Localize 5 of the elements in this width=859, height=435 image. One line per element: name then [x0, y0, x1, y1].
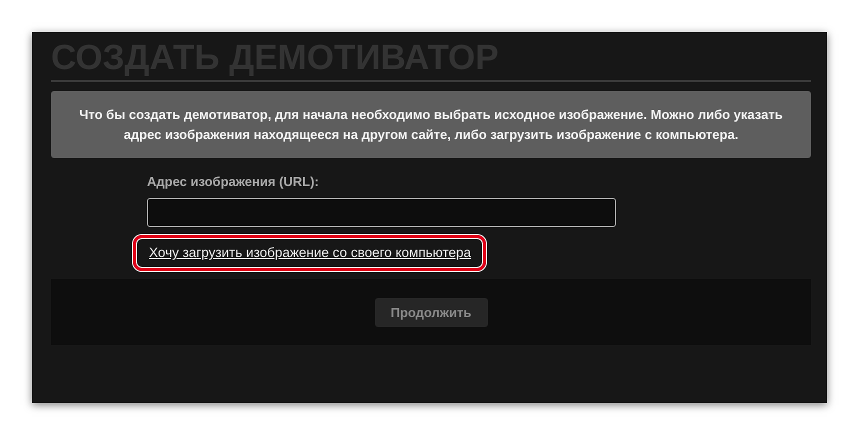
- url-input-field[interactable]: [147, 198, 616, 227]
- info-message: Что бы создать демотиватор, для начала необходимо выбрать исходное изображение. Можно либо указать адрес изображения находящееся на другом сайте, либо загрузить изображение с компьютера.: [51, 91, 811, 158]
- upload-link[interactable]: Хочу загрузить изображение со своего компьютера: [149, 245, 472, 260]
- continue-button[interactable]: Продолжить: [374, 298, 488, 326]
- field-label: Адрес изображения (URL):: [147, 174, 319, 190]
